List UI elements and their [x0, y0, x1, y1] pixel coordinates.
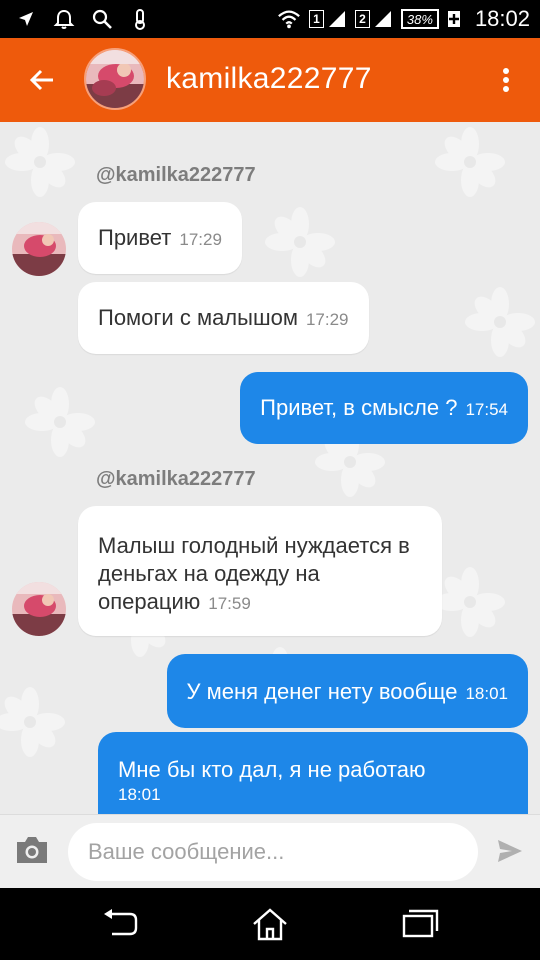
app-bar: kamilka222777 [0, 38, 540, 122]
home-nav-icon[interactable] [250, 906, 290, 942]
status-clock: 18:02 [474, 6, 530, 31]
send-button[interactable] [496, 837, 526, 867]
message-avatar[interactable] [12, 222, 66, 276]
message-text: Помоги с малышом [98, 305, 298, 330]
search-icon [90, 7, 114, 31]
temperature-icon [128, 7, 152, 31]
back-button[interactable] [20, 58, 64, 102]
alarm-icon [52, 7, 76, 31]
incoming-message[interactable]: Помоги с малышом 17:29 [78, 282, 369, 354]
incoming-message[interactable]: Малыш голодный нуждается в деньгах на од… [78, 506, 442, 636]
contact-name: kamilka222777 [166, 62, 372, 95]
camera-icon [17, 837, 47, 863]
back-nav-icon[interactable] [100, 906, 140, 942]
message-text: У меня денег нету вообще [186, 679, 458, 704]
outgoing-message[interactable]: Привет, в смысле ? 17:54 [240, 372, 528, 444]
message-text: Малыш голодный нуждается в деньгах на од… [98, 533, 410, 614]
navigation-icon [14, 7, 38, 31]
recents-nav-icon[interactable] [400, 906, 440, 942]
sim2-signal: 2 [354, 9, 393, 29]
message-text: Мне бы кто дал, я не работаю [118, 757, 426, 782]
arrow-back-icon [29, 69, 53, 91]
charging-icon [447, 11, 460, 27]
outgoing-message[interactable]: Мне бы кто дал, я не работаю 18:01 [98, 732, 528, 814]
attach-photo-button[interactable] [14, 835, 52, 869]
message-author: @kamilka222777 [96, 468, 256, 490]
status-bar: 1 2 38% 18:02 [0, 0, 540, 38]
sim1-signal: 1 [308, 9, 347, 29]
message-text: Привет, в смысле ? [260, 395, 458, 420]
contact-avatar[interactable] [84, 48, 146, 110]
message-input[interactable] [68, 823, 478, 881]
message-time: 18:01 [465, 684, 508, 703]
wifi-icon [277, 7, 301, 31]
message-time: 17:29 [305, 310, 349, 329]
message-time: 17:54 [465, 400, 508, 419]
message-composer [0, 814, 540, 888]
message-author: @kamilka222777 [96, 164, 256, 186]
message-time: 17:29 [179, 230, 222, 249]
more-vertical-icon [503, 68, 509, 92]
system-nav-bar [0, 888, 540, 960]
message-time: 18:01 [118, 785, 161, 804]
message-text: Привет [98, 225, 172, 250]
message-time: 17:59 [208, 594, 251, 613]
chat-area[interactable]: @kamilka222777 Привет 17:29 Помоги с малы… [0, 122, 540, 814]
overflow-menu-button[interactable] [486, 58, 526, 102]
battery-icon: 38% [400, 9, 439, 29]
send-icon [498, 840, 522, 862]
message-avatar[interactable] [12, 582, 66, 636]
incoming-message[interactable]: Привет 17:29 [78, 202, 242, 274]
outgoing-message[interactable]: У меня денег нету вообще 18:01 [166, 654, 528, 728]
